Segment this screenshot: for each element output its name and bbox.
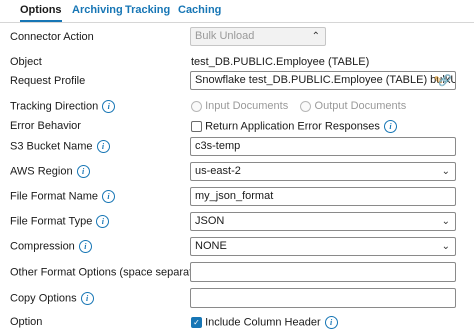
include-column-header-text: Include Column Header <box>205 316 321 329</box>
object-value: test_DB.PUBLIC.Employee (TABLE) <box>191 56 370 68</box>
radio-input-documents[interactable] <box>191 100 202 112</box>
other-format-options-input[interactable] <box>190 262 456 282</box>
aws-region-text: AWS Region <box>10 165 73 178</box>
chevron-down-icon: ⌄ <box>441 216 450 227</box>
s3-bucket-input[interactable]: c3s-temp <box>190 137 456 156</box>
chevron-down-icon: ⌄ <box>441 241 450 252</box>
chevron-down-icon: ⌃ <box>311 31 320 42</box>
error-behavior-option: Return Application Error Responses i <box>191 120 397 133</box>
copy-options-text: Copy Options <box>10 292 77 305</box>
file-format-type-text: File Format Type <box>10 215 93 228</box>
info-icon[interactable]: i <box>76 165 90 178</box>
info-icon[interactable]: i <box>102 190 116 203</box>
request-profile-field[interactable]: Snowflake test_DB.PUBLIC.Employee (TABLE… <box>190 71 456 90</box>
request-profile-label: Request Profile <box>10 75 86 87</box>
connector-action-select: Bulk Unload ⌃ <box>190 27 326 46</box>
error-behavior-checkbox[interactable] <box>191 121 202 132</box>
tab-archiving[interactable]: Archiving <box>72 0 123 21</box>
connector-action-value: Bulk Unload <box>195 30 255 42</box>
link-icon[interactable]: 🔗 <box>438 73 452 89</box>
file-format-type-label: File Format Type i <box>10 215 110 228</box>
tab-tracking[interactable]: Tracking <box>125 0 170 21</box>
s3-bucket-text: S3 Bucket Name <box>10 140 93 153</box>
file-format-type-select[interactable]: JSON ⌄ <box>190 212 456 231</box>
other-format-options-text: Other Format Options (space separated) <box>10 266 209 279</box>
tab-caching[interactable]: Caching <box>178 0 221 21</box>
aws-region-select[interactable]: us-east-2 ⌄ <box>190 162 456 181</box>
input-documents-label: Input Documents <box>205 100 289 112</box>
request-profile-value: Snowflake test_DB.PUBLIC.Employee (TABLE… <box>195 74 456 86</box>
s3-bucket-label: S3 Bucket Name i <box>10 140 110 153</box>
info-icon[interactable]: i <box>78 240 92 253</box>
compression-value: NONE <box>195 240 227 252</box>
error-behavior-text: Return Application Error Responses <box>205 120 380 133</box>
tracking-direction-options: Input Documents Output Documents <box>191 100 406 112</box>
tab-bar: Options Archiving Tracking Caching <box>0 0 474 23</box>
info-icon[interactable]: i <box>96 215 110 228</box>
chevron-down-icon: ⌄ <box>441 166 450 177</box>
copy-options-label: Copy Options i <box>10 292 94 305</box>
file-format-name-label: File Format Name i <box>10 190 116 203</box>
file-format-type-value: JSON <box>195 215 225 227</box>
info-icon[interactable]: i <box>383 120 397 133</box>
info-icon[interactable]: i <box>102 100 116 113</box>
object-label: Object <box>10 56 42 68</box>
error-behavior-label: Error Behavior <box>10 120 81 132</box>
compression-label: Compression i <box>10 240 92 253</box>
aws-region-value: us-east-2 <box>195 165 241 177</box>
output-documents-label: Output Documents <box>314 100 407 112</box>
info-icon[interactable]: i <box>96 140 110 153</box>
s3-bucket-value: c3s-temp <box>195 140 241 152</box>
option-include-header: ✓ Include Column Header i <box>191 316 338 329</box>
info-icon[interactable]: i <box>324 316 338 329</box>
include-column-header-checkbox[interactable]: ✓ <box>191 317 202 328</box>
option-label: Option <box>10 316 43 328</box>
file-format-name-text: File Format Name <box>10 190 99 203</box>
radio-output-documents[interactable] <box>300 100 312 112</box>
tab-options[interactable]: Options <box>20 0 62 22</box>
aws-region-label: AWS Region i <box>10 165 90 178</box>
connector-action-label: Connector Action <box>10 31 94 43</box>
info-icon[interactable]: i <box>80 292 94 305</box>
compression-select[interactable]: NONE ⌄ <box>190 237 456 256</box>
file-format-name-input[interactable]: my_json_format <box>190 187 456 206</box>
compression-text: Compression <box>10 240 75 253</box>
tracking-direction-text: Tracking Direction <box>10 100 99 113</box>
copy-options-input[interactable] <box>190 288 456 308</box>
file-format-name-value: my_json_format <box>195 190 274 202</box>
tracking-direction-label: Tracking Direction i <box>10 100 116 113</box>
